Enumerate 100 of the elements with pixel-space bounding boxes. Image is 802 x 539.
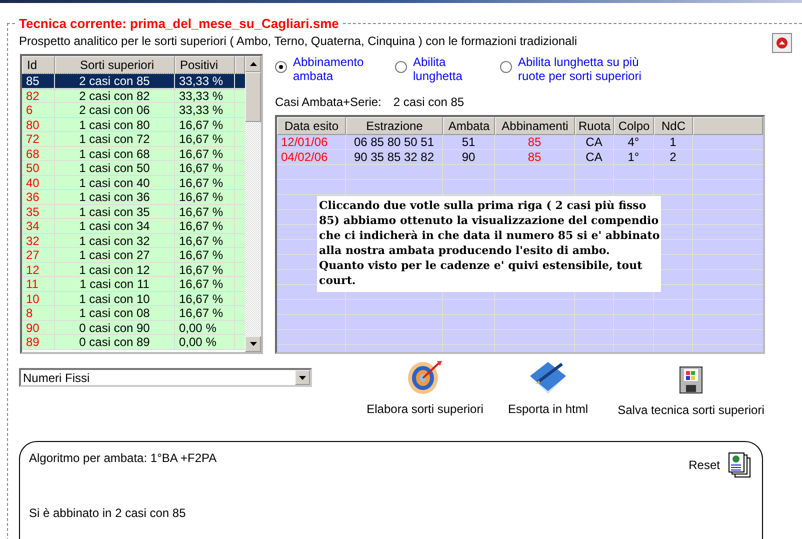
table-cell: 1 casi con 34 bbox=[55, 219, 175, 232]
table-cell: 90 bbox=[22, 320, 55, 334]
table-cell: CA bbox=[575, 150, 614, 165]
table-row[interactable]: 32 1 casi con 32 16,67 % bbox=[22, 234, 245, 248]
table-cell: 16,67 % bbox=[175, 132, 235, 146]
table-row[interactable]: 80 1 casi con 80 16,67 % bbox=[22, 118, 245, 132]
column-header[interactable]: NdC bbox=[654, 117, 693, 135]
table-cell: 1 casi con 80 bbox=[55, 118, 175, 131]
table-cell: 6 bbox=[22, 103, 55, 116]
table-cell: 33,33 % bbox=[175, 88, 235, 102]
column-header[interactable]: Estrazione bbox=[346, 117, 443, 135]
radio-icon[interactable] bbox=[395, 61, 407, 73]
column-header[interactable]: Colpo bbox=[614, 117, 654, 135]
table-cell: 33,33 % bbox=[175, 103, 235, 116]
documents-icon bbox=[728, 452, 752, 478]
table-cell: 82 bbox=[22, 88, 55, 102]
table-cell: 85 bbox=[22, 74, 55, 88]
table-row[interactable]: 85 2 casi con 85 33,33 % bbox=[22, 74, 245, 88]
scroll-thumb[interactable] bbox=[245, 72, 261, 122]
table-row[interactable]: 89 0 casi con 89 0,00 % bbox=[22, 335, 245, 350]
table-row[interactable]: 10 1 casi con 10 16,67 % bbox=[22, 292, 245, 306]
table-row[interactable]: 8 1 casi con 08 16,67 % bbox=[22, 306, 245, 320]
table-cell: 50 bbox=[22, 161, 55, 174]
column-header[interactable]: Data esito bbox=[277, 117, 346, 135]
table-cell: 32 bbox=[22, 234, 55, 247]
table-cell: CA bbox=[575, 135, 614, 150]
action-button[interactable]: Esporta in html bbox=[493, 358, 603, 417]
scroll-up-icon[interactable] bbox=[250, 62, 256, 66]
table-cell: 11 bbox=[22, 277, 55, 290]
target-icon bbox=[405, 358, 445, 396]
table-cell: 2 bbox=[654, 150, 693, 165]
table-cell: 33,33 % bbox=[175, 74, 235, 88]
table-row[interactable]: 50 1 casi con 50 16,67 % bbox=[22, 161, 245, 176]
column-header[interactable]: Id bbox=[22, 56, 55, 74]
table-row[interactable]: 36 1 casi con 36 16,67 % bbox=[22, 190, 245, 204]
scroll-down-icon[interactable] bbox=[250, 342, 256, 346]
collapse-up-icon bbox=[776, 37, 788, 49]
action-button[interactable]: Salva tecnica sorti superiori bbox=[611, 358, 771, 417]
table-cell: 04/02/06 bbox=[277, 150, 346, 165]
casi-label: Casi Ambata+Serie: bbox=[275, 95, 382, 110]
table-row[interactable]: 40 1 casi con 40 16,67 % bbox=[22, 176, 245, 190]
collapse-button[interactable] bbox=[772, 33, 792, 53]
table-cell: 16,67 % bbox=[175, 219, 235, 232]
table-cell: 06 85 80 50 51 bbox=[346, 135, 443, 150]
table-row[interactable]: 90 0 casi con 90 0,00 % bbox=[22, 320, 245, 335]
table-cell: 16,67 % bbox=[175, 204, 235, 218]
table-row[interactable]: 82 2 casi con 82 33,33 % bbox=[22, 88, 245, 103]
table-cell: 1° bbox=[614, 150, 654, 165]
table-cell: 72 bbox=[22, 132, 55, 146]
radio-option[interactable]: Abbinamento ambata bbox=[275, 55, 395, 89]
table-row[interactable]: 35 1 casi con 35 16,67 % bbox=[22, 204, 245, 219]
table-cell: 51 bbox=[443, 135, 495, 150]
radio-option[interactable]: Abilita lunghetta bbox=[395, 55, 500, 89]
table-cell: 90 bbox=[443, 150, 495, 165]
table-cell: 36 bbox=[22, 190, 55, 204]
table-row[interactable]: 34 1 casi con 34 16,67 % bbox=[22, 219, 245, 234]
table-row[interactable]: 72 1 casi con 72 16,67 % bbox=[22, 132, 245, 146]
radio-icon[interactable] bbox=[500, 61, 512, 73]
table-row[interactable]: 12 1 casi con 12 16,67 % bbox=[22, 262, 245, 277]
table-cell: 34 bbox=[22, 219, 55, 232]
table-cell: 1 casi con 10 bbox=[55, 292, 175, 305]
table-cell: 10 bbox=[22, 292, 55, 305]
table-cell: 1 casi con 68 bbox=[55, 146, 175, 160]
table-cell: 16,67 % bbox=[175, 306, 235, 320]
column-header[interactable]: Sorti superiori bbox=[55, 56, 175, 74]
table-cell: 85 bbox=[495, 150, 575, 165]
table-cell: 16,67 % bbox=[175, 234, 235, 247]
column-header[interactable]: Positivi bbox=[175, 56, 235, 74]
table-cell: 1 casi con 08 bbox=[55, 306, 175, 320]
table-cell: 1 casi con 11 bbox=[55, 277, 175, 290]
table-cell: 68 bbox=[22, 146, 55, 160]
table-cell: 1 casi con 36 bbox=[55, 190, 175, 204]
casi-value: 2 casi con 85 bbox=[393, 95, 464, 110]
dropdown-arrow-icon[interactable] bbox=[299, 376, 306, 380]
radio-icon[interactable] bbox=[275, 61, 287, 73]
reset-button[interactable]: Reset bbox=[688, 452, 752, 478]
frame-legend: Tecnica corrente: prima_del_mese_su_Cagliari.sme bbox=[17, 16, 341, 31]
column-header[interactable]: Ruota bbox=[575, 117, 614, 135]
annotation-note: Cliccando due votle sulla prima riga ( 2 casi più fisso 85) abbiamo ottenuto la visualizzazione del compendio che ci indicherà in che data il numero 85 si e' abbinato alla nostra ambata producendo l'esito di ambo. Quanto visto per le cadenze e' quivi estensibile, tout court. bbox=[317, 196, 661, 292]
table-cell: 16,67 % bbox=[175, 118, 235, 131]
dropdown[interactable]: Numeri Fissi bbox=[19, 368, 312, 387]
table-cell: 1 casi con 32 bbox=[55, 234, 175, 247]
table-cell: 16,67 % bbox=[175, 146, 235, 160]
table-cell: 16,67 % bbox=[175, 292, 235, 305]
table-row[interactable]: 6 2 casi con 06 33,33 % bbox=[22, 103, 245, 118]
action-button[interactable]: Elabora sorti superiori bbox=[360, 358, 490, 417]
table-cell: 2 casi con 06 bbox=[55, 103, 175, 116]
column-header[interactable]: Ambata bbox=[443, 117, 495, 135]
table-cell: 1 casi con 72 bbox=[55, 132, 175, 146]
table-row[interactable]: 11 1 casi con 11 16,67 % bbox=[22, 277, 245, 292]
table-cell: 12/01/06 bbox=[277, 135, 346, 150]
column-header[interactable]: Abbinamenti bbox=[495, 117, 575, 135]
table-cell: 0 casi con 89 bbox=[55, 335, 175, 348]
table-cell: 27 bbox=[22, 248, 55, 262]
result-text: Si è abbinato in 2 casi con 85 bbox=[29, 506, 187, 520]
scrollbar[interactable] bbox=[245, 56, 261, 352]
radio-option[interactable]: Abilita lunghetta su più ruote per sorti superiori bbox=[500, 55, 670, 89]
table-cell: 2 casi con 82 bbox=[55, 88, 175, 102]
table-row[interactable]: 27 1 casi con 27 16,67 % bbox=[22, 248, 245, 262]
table-row[interactable]: 68 1 casi con 68 16,67 % bbox=[22, 146, 245, 161]
